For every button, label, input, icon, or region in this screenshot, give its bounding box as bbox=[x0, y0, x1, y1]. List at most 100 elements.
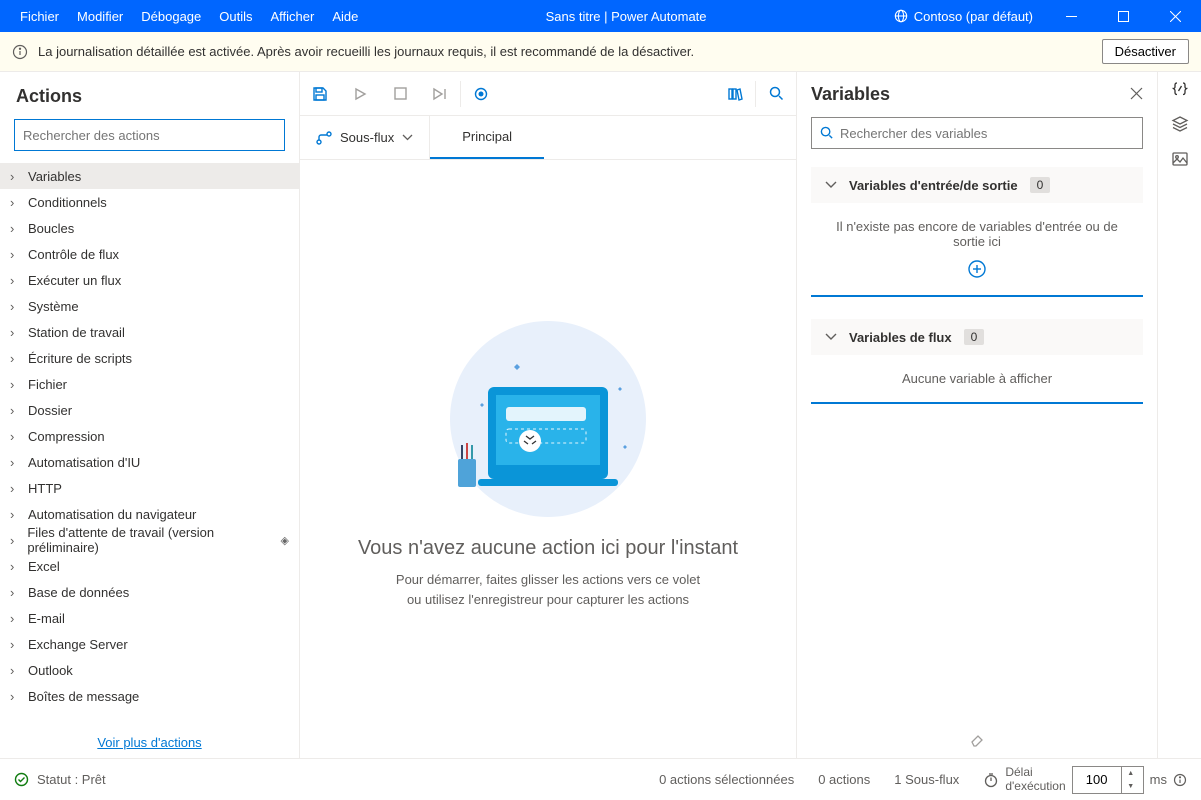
designer-toolbar bbox=[300, 72, 796, 116]
action-category-label: Contrôle de flux bbox=[28, 247, 119, 262]
delay-up[interactable]: ▲ bbox=[1122, 767, 1140, 780]
action-category-label: Station de travail bbox=[28, 325, 125, 340]
chevron-right-icon: › bbox=[10, 377, 20, 392]
action-category-item[interactable]: ›HTTP bbox=[0, 475, 299, 501]
chevron-right-icon: › bbox=[10, 169, 20, 184]
status-actions: 0 actions bbox=[818, 772, 870, 787]
subflow-icon bbox=[316, 131, 332, 145]
layers-icon bbox=[1171, 115, 1189, 133]
subflow-dropdown[interactable]: Sous-flux bbox=[300, 116, 430, 159]
timer-icon bbox=[983, 772, 999, 788]
designer-canvas[interactable]: Vous n'avez aucune action ici pour l'ins… bbox=[300, 160, 796, 758]
menu-outils[interactable]: Outils bbox=[211, 3, 260, 30]
action-category-label: Système bbox=[28, 299, 79, 314]
close-button[interactable] bbox=[1153, 0, 1197, 32]
action-category-item[interactable]: ›Files d'attente de travail (version pré… bbox=[0, 527, 299, 553]
action-category-label: Boîtes de message bbox=[28, 689, 139, 704]
titlebar-right: Contoso (par défaut) bbox=[886, 0, 1201, 32]
action-category-item[interactable]: ›Système bbox=[0, 293, 299, 319]
action-category-item[interactable]: ›Automatisation du navigateur bbox=[0, 501, 299, 527]
io-variables-section: Variables d'entrée/de sortie 0 Il n'exis… bbox=[811, 167, 1143, 297]
info-message: La journalisation détaillée est activée.… bbox=[38, 44, 1092, 59]
chevron-right-icon: › bbox=[10, 663, 20, 678]
tab-principal[interactable]: Principal bbox=[430, 116, 544, 159]
delay-down[interactable]: ▼ bbox=[1122, 780, 1140, 793]
menu-aide[interactable]: Aide bbox=[324, 3, 366, 30]
action-category-item[interactable]: ›Dossier bbox=[0, 397, 299, 423]
action-category-item[interactable]: ›Exchange Server bbox=[0, 631, 299, 657]
variables-panel-title: Variables bbox=[811, 84, 1130, 105]
main-area: Actions ›Variables›Conditionnels›Boucles… bbox=[0, 72, 1201, 758]
plus-circle-icon bbox=[967, 259, 987, 279]
maximize-button[interactable] bbox=[1101, 0, 1145, 32]
flow-variables-label: Variables de flux bbox=[849, 330, 952, 345]
menu-afficher[interactable]: Afficher bbox=[263, 3, 323, 30]
more-actions-link[interactable]: Voir plus d'actions bbox=[97, 735, 201, 750]
next-icon bbox=[432, 87, 448, 101]
delay-spinner[interactable]: ▲ ▼ bbox=[1072, 766, 1144, 794]
search-icon bbox=[820, 126, 834, 140]
action-category-item[interactable]: ›Conditionnels bbox=[0, 189, 299, 215]
action-category-item[interactable]: ›Boîtes de message bbox=[0, 683, 299, 709]
play-icon bbox=[353, 87, 367, 101]
action-category-item[interactable]: ›Exécuter un flux bbox=[0, 267, 299, 293]
flow-variables-count: 0 bbox=[964, 329, 985, 345]
library-icon bbox=[727, 86, 743, 102]
action-category-label: E-mail bbox=[28, 611, 65, 626]
action-category-item[interactable]: ›Outlook bbox=[0, 657, 299, 683]
action-category-item[interactable]: ›Station de travail bbox=[0, 319, 299, 345]
action-category-item[interactable]: ›Contrôle de flux bbox=[0, 241, 299, 267]
close-panel-button[interactable] bbox=[1130, 87, 1143, 103]
status-bar: Statut : Prêt 0 actions sélectionnées 0 … bbox=[0, 758, 1201, 800]
rail-variables-button[interactable] bbox=[1171, 80, 1189, 101]
run-button[interactable] bbox=[340, 72, 380, 115]
delay-label: Délaid'exécution bbox=[1005, 766, 1065, 792]
chevron-down-icon bbox=[825, 181, 837, 189]
action-category-item[interactable]: ›Écriture de scripts bbox=[0, 345, 299, 371]
action-category-item[interactable]: ›Base de données bbox=[0, 579, 299, 605]
action-category-item[interactable]: ›Automatisation d'IU bbox=[0, 449, 299, 475]
minimize-button[interactable] bbox=[1049, 0, 1093, 32]
action-category-item[interactable]: ›Compression bbox=[0, 423, 299, 449]
check-circle-icon bbox=[14, 772, 29, 787]
empty-illustration bbox=[418, 309, 678, 519]
delay-input[interactable] bbox=[1073, 772, 1121, 787]
menu-bar: Fichier Modifier Débogage Outils Affiche… bbox=[0, 3, 366, 30]
action-category-item[interactable]: ›Excel bbox=[0, 553, 299, 579]
variables-search-input[interactable] bbox=[840, 126, 1134, 141]
copilot-button[interactable] bbox=[715, 72, 755, 115]
action-category-label: Variables bbox=[28, 169, 81, 184]
chevron-right-icon: › bbox=[10, 403, 20, 418]
variables-footer-button[interactable] bbox=[797, 723, 1157, 758]
chevron-right-icon: › bbox=[10, 637, 20, 652]
flow-variables-body: Aucune variable à afficher bbox=[811, 355, 1143, 402]
disable-logging-button[interactable]: Désactiver bbox=[1102, 39, 1189, 64]
record-button[interactable] bbox=[461, 72, 501, 115]
action-category-label: Automatisation du navigateur bbox=[28, 507, 196, 522]
step-button[interactable] bbox=[420, 72, 460, 115]
menu-fichier[interactable]: Fichier bbox=[12, 3, 67, 30]
actions-search[interactable] bbox=[14, 119, 285, 151]
rail-ui-elements-button[interactable] bbox=[1171, 115, 1189, 136]
flow-variables-header[interactable]: Variables de flux 0 bbox=[811, 319, 1143, 355]
environment-picker[interactable]: Contoso (par défaut) bbox=[886, 5, 1041, 28]
action-category-item[interactable]: › E-mail bbox=[0, 605, 299, 631]
search-button[interactable] bbox=[756, 72, 796, 115]
close-icon bbox=[1130, 87, 1143, 100]
chevron-right-icon: › bbox=[10, 221, 20, 236]
action-category-item[interactable]: ›Fichier bbox=[0, 371, 299, 397]
action-category-item[interactable]: ›Boucles bbox=[0, 215, 299, 241]
info-icon[interactable] bbox=[1173, 773, 1187, 787]
stop-button[interactable] bbox=[380, 72, 420, 115]
actions-search-input[interactable] bbox=[23, 128, 276, 143]
rail-images-button[interactable] bbox=[1171, 150, 1189, 171]
action-category-item[interactable]: › Variables bbox=[0, 163, 299, 189]
variables-search[interactable] bbox=[811, 117, 1143, 149]
menu-modifier[interactable]: Modifier bbox=[69, 3, 131, 30]
io-variables-header[interactable]: Variables d'entrée/de sortie 0 bbox=[811, 167, 1143, 203]
save-button[interactable] bbox=[300, 72, 340, 115]
chevron-right-icon: › bbox=[10, 611, 20, 626]
add-io-variable-button[interactable] bbox=[823, 259, 1131, 279]
menu-debogage[interactable]: Débogage bbox=[133, 3, 209, 30]
chevron-right-icon: › bbox=[10, 585, 20, 600]
